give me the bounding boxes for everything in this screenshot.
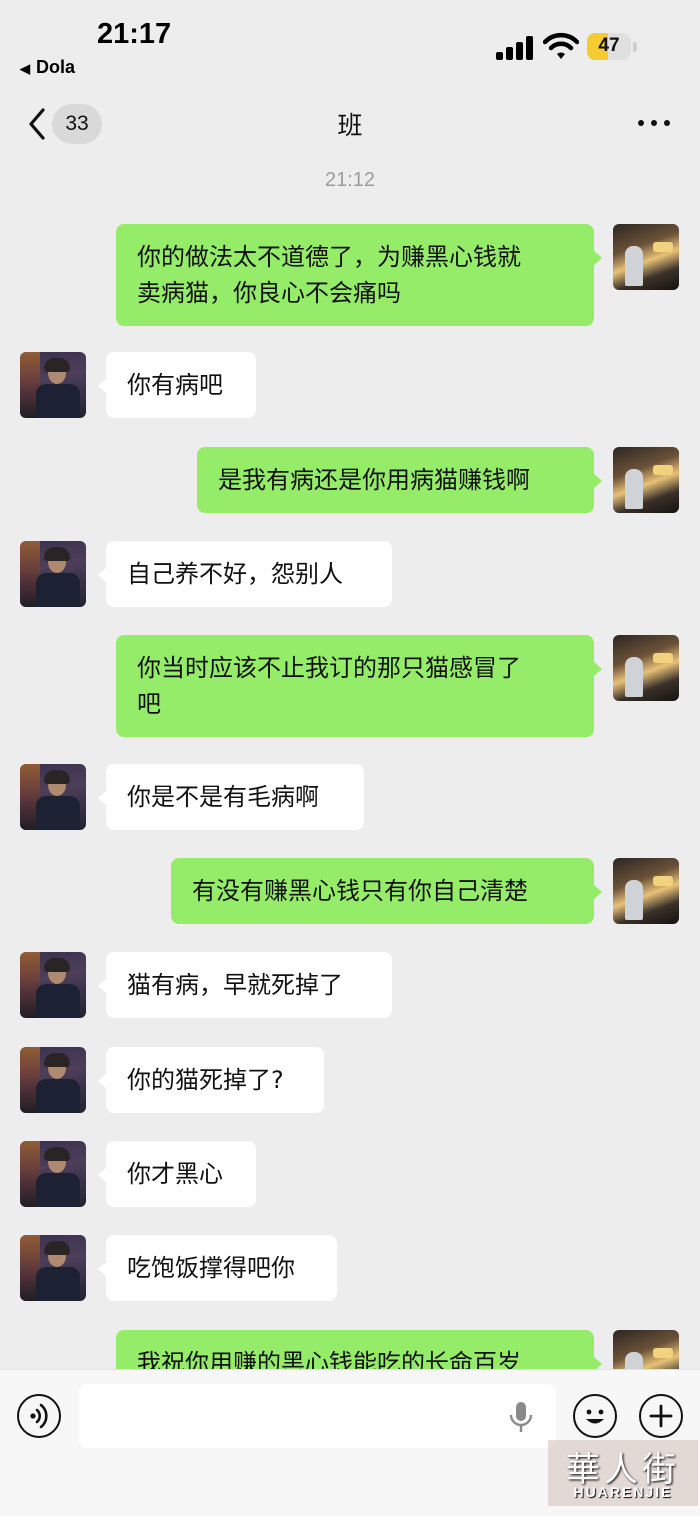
message-text-line: 自己养不好，怨别人 xyxy=(127,560,343,588)
status-bar: 21:17 ◀ Dola 47 xyxy=(0,0,700,90)
emoji-icon[interactable] xyxy=(573,1394,617,1438)
back-app-label: Dola xyxy=(36,57,76,77)
watermark-logo: 華人街 HUARENJIE xyxy=(548,1440,698,1506)
message-text-line: 你的做法太不道德了，为赚黑心钱就 xyxy=(137,243,521,271)
message-text-line: 你当时应该不止我订的那只猫感冒了 xyxy=(137,654,521,682)
incoming-message-bubble[interactable]: 你有病吧 xyxy=(98,352,256,418)
watermark-subtext: HUARENJIE xyxy=(573,1484,673,1500)
incoming-message-bubble[interactable]: 猫有病，早就死掉了 xyxy=(98,952,392,1018)
incoming-message-bubble[interactable]: 你是不是有毛病啊 xyxy=(98,764,364,830)
message-text-line: 卖病猫，你良心不会痛吗 xyxy=(137,279,401,307)
back-triangle-icon: ◀ xyxy=(20,61,30,76)
incoming-message-bubble[interactable]: 你才黑心 xyxy=(98,1141,256,1207)
contact-avatar[interactable] xyxy=(20,352,86,418)
back-to-app-link[interactable]: ◀ Dola xyxy=(20,57,75,78)
message-input[interactable] xyxy=(79,1384,556,1448)
outgoing-message-bubble[interactable]: 你的做法太不道德了，为赚黑心钱就 卖病猫，你良心不会痛吗 xyxy=(116,224,602,326)
outgoing-message-bubble[interactable]: 有没有赚黑心钱只有你自己清楚 xyxy=(171,858,602,924)
status-time: 21:17 xyxy=(97,18,172,50)
my-avatar[interactable] xyxy=(613,447,679,513)
back-chevron-icon[interactable] xyxy=(24,106,54,142)
cellular-signal-icon xyxy=(496,36,534,60)
message-text-line: 你才黑心 xyxy=(127,1160,223,1188)
message-text-line: 你的猫死掉了? xyxy=(127,1066,284,1094)
microphone-icon[interactable] xyxy=(508,1400,534,1434)
contact-avatar[interactable] xyxy=(20,1235,86,1301)
message-text-line: 吃饱饭撑得吧你 xyxy=(127,1254,295,1282)
incoming-message-bubble[interactable]: 你的猫死掉了? xyxy=(98,1047,324,1113)
plus-icon[interactable] xyxy=(639,1394,683,1438)
my-avatar[interactable] xyxy=(613,224,679,290)
message-text-line: 猫有病，早就死掉了 xyxy=(127,971,343,999)
battery-indicator: 47 xyxy=(587,33,631,60)
message-text-line: 吧 xyxy=(137,690,161,718)
contact-avatar[interactable] xyxy=(20,541,86,607)
message-timestamp: 21:12 xyxy=(324,169,376,191)
chat-header: 33 班 xyxy=(0,90,700,160)
message-text-line: 你是不是有毛病啊 xyxy=(127,783,319,811)
unread-count-badge[interactable]: 33 xyxy=(52,104,102,144)
message-text-line: 是我有病还是你用病猫赚钱啊 xyxy=(218,466,530,494)
incoming-message-bubble[interactable]: 自己养不好，怨别人 xyxy=(98,541,392,607)
message-text-line: 你有病吧 xyxy=(127,371,223,399)
incoming-message-bubble[interactable]: 吃饱饭撑得吧你 xyxy=(98,1235,337,1301)
outgoing-message-bubble[interactable]: 是我有病还是你用病猫赚钱啊 xyxy=(197,447,602,513)
contact-avatar[interactable] xyxy=(20,1141,86,1207)
wifi-icon xyxy=(543,32,579,59)
my-avatar[interactable] xyxy=(613,858,679,924)
battery-tip xyxy=(633,42,637,52)
contact-avatar[interactable] xyxy=(20,1047,86,1113)
outgoing-message-bubble[interactable]: 你当时应该不止我订的那只猫感冒了吧 xyxy=(116,635,602,737)
chat-title: 班 xyxy=(337,111,363,140)
battery-percent: 47 xyxy=(598,35,620,56)
message-text-line: 有没有赚黑心钱只有你自己清楚 xyxy=(192,877,528,905)
contact-avatar[interactable] xyxy=(20,764,86,830)
more-dots-icon[interactable] xyxy=(636,120,672,130)
voice-icon[interactable] xyxy=(17,1394,61,1438)
contact-avatar[interactable] xyxy=(20,952,86,1018)
my-avatar[interactable] xyxy=(613,635,679,701)
